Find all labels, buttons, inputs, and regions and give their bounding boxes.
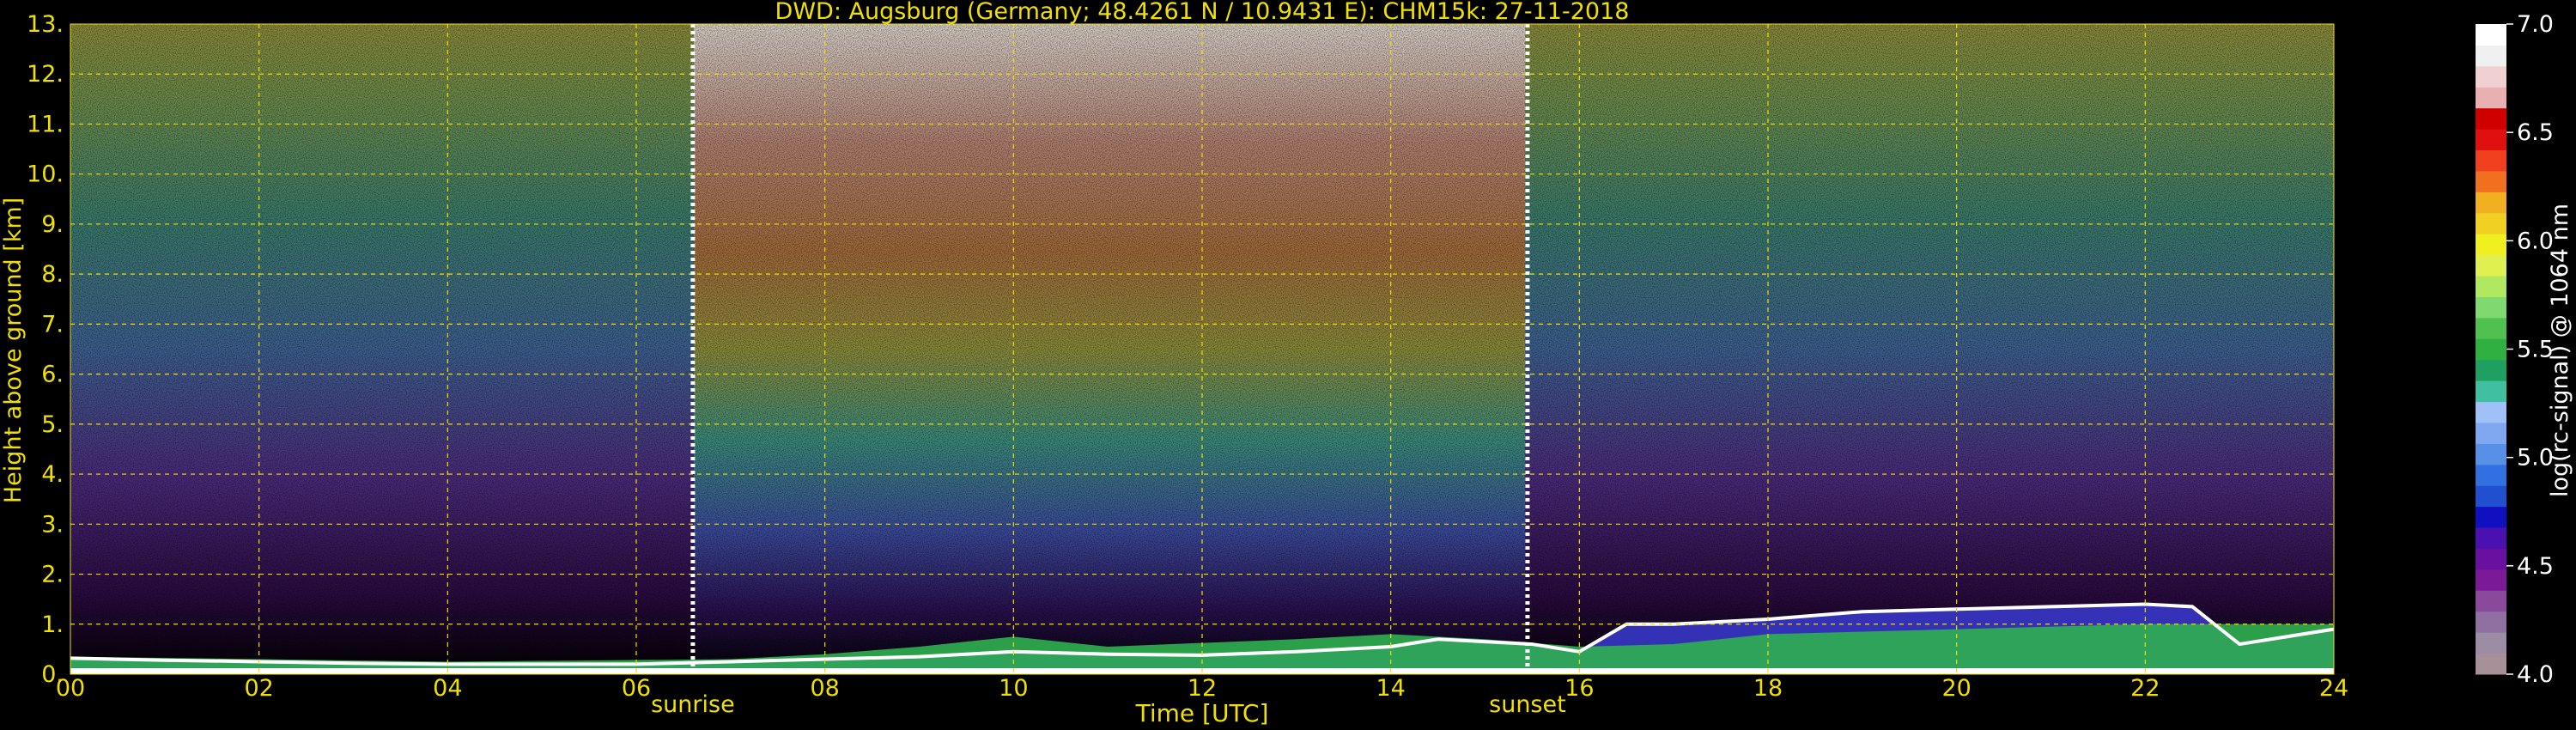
x-tick-label: 22 <box>2130 675 2160 702</box>
colorbar-swatch <box>2476 192 2506 214</box>
y-tick-label: 10. <box>27 161 64 188</box>
colorbar-swatch <box>2476 254 2506 277</box>
colorbar-swatch <box>2476 632 2506 654</box>
colorbar-swatch <box>2476 87 2506 109</box>
colorbar-swatch <box>2476 506 2506 528</box>
colorbar-swatch <box>2476 464 2506 486</box>
x-tick-label: 00 <box>56 675 85 702</box>
colorbar-swatch <box>2476 485 2506 508</box>
x-axis-label: Time [UTC] <box>1135 699 1269 727</box>
sunrise-label: sunrise <box>651 691 735 718</box>
y-tick-label: 12. <box>27 61 64 88</box>
y-tick-label: 13. <box>27 11 64 38</box>
sunset-label: sunset <box>1489 691 1566 718</box>
colorbar-swatch <box>2476 129 2506 151</box>
y-tick-label: 9. <box>41 211 64 238</box>
colorbar-swatch <box>2476 170 2506 192</box>
y-tick-label: 2. <box>41 562 64 588</box>
colorbar: 4.04.55.05.56.06.57.0 log(rc-signal) @ 1… <box>2476 11 2573 688</box>
colorbar-swatch <box>2476 548 2506 570</box>
x-tick-label: 20 <box>1941 675 1971 702</box>
x-tick-label: 08 <box>810 675 839 702</box>
y-axis-ticks: 0.1.2.3.4.5.6.7.8.9.10.11.12.13. <box>27 11 64 688</box>
plot-area <box>70 24 2334 674</box>
colorbar-swatch <box>2476 24 2506 46</box>
x-tick-label: 10 <box>999 675 1028 702</box>
y-tick-label: 4. <box>41 461 64 488</box>
colorbar-tick-label: 4.0 <box>2517 661 2554 688</box>
y-tick-label: 3. <box>41 511 64 538</box>
colorbar-swatch <box>2476 234 2506 256</box>
colorbar-swatch <box>2476 590 2506 612</box>
x-tick-label: 24 <box>2319 675 2348 702</box>
colorbar-swatch <box>2476 653 2506 675</box>
colorbar-swatch <box>2476 276 2506 297</box>
x-axis-ticks: 00 02 04 06 08 10 12 14 16 18 20 22 24 <box>56 675 2348 702</box>
colorbar-swatch <box>2476 359 2506 381</box>
colorbar-label: log(rc-signal) @ 1064 nm <box>2547 204 2573 497</box>
y-tick-label: 8. <box>41 261 64 288</box>
colorbar-swatch <box>2476 401 2506 423</box>
x-tick-label: 16 <box>1564 675 1594 702</box>
colorbar-swatch <box>2476 296 2506 319</box>
chart-title: DWD: Augsburg (Germany; 48.4261 N / 10.9… <box>775 0 1630 25</box>
x-tick-label: 06 <box>622 675 651 702</box>
colorbar-swatch <box>2476 45 2506 67</box>
colorbar-swatch <box>2476 317 2506 339</box>
colorbar-swatch <box>2476 380 2506 403</box>
colorbar-swatch <box>2476 338 2506 361</box>
colorbar-swatch <box>2476 212 2506 234</box>
colorbar-swatch <box>2476 65 2506 88</box>
y-axis-label: Height above ground [km] <box>0 198 27 503</box>
ceilometer-chart: 0.1.2.3.4.5.6.7.8.9.10.11.12.13. 00 02 04 0… <box>0 0 2573 727</box>
x-tick-label: 18 <box>1753 675 1783 702</box>
colorbar-swatch <box>2476 527 2506 549</box>
y-tick-label: 5. <box>41 411 64 438</box>
x-tick-label: 14 <box>1376 675 1405 702</box>
colorbar-tick-label: 7.0 <box>2517 11 2554 38</box>
colorbar-swatch <box>2476 107 2506 130</box>
colorbar-tick-label: 4.5 <box>2517 553 2554 580</box>
y-tick-label: 7. <box>41 311 64 338</box>
colorbar-swatch <box>2476 569 2506 591</box>
y-tick-label: 11. <box>27 111 64 137</box>
y-tick-label: 6. <box>41 362 64 388</box>
colorbar-swatch <box>2476 443 2506 465</box>
colorbar-swatch <box>2476 611 2506 633</box>
x-tick-label: 04 <box>433 675 462 702</box>
y-tick-label: 1. <box>41 611 64 638</box>
colorbar-swatch <box>2476 149 2506 172</box>
colorbar-swatch <box>2476 422 2506 444</box>
colorbar-tick-label: 6.5 <box>2517 119 2554 146</box>
x-tick-label: 12 <box>1188 675 1217 702</box>
x-tick-label: 02 <box>244 675 273 702</box>
